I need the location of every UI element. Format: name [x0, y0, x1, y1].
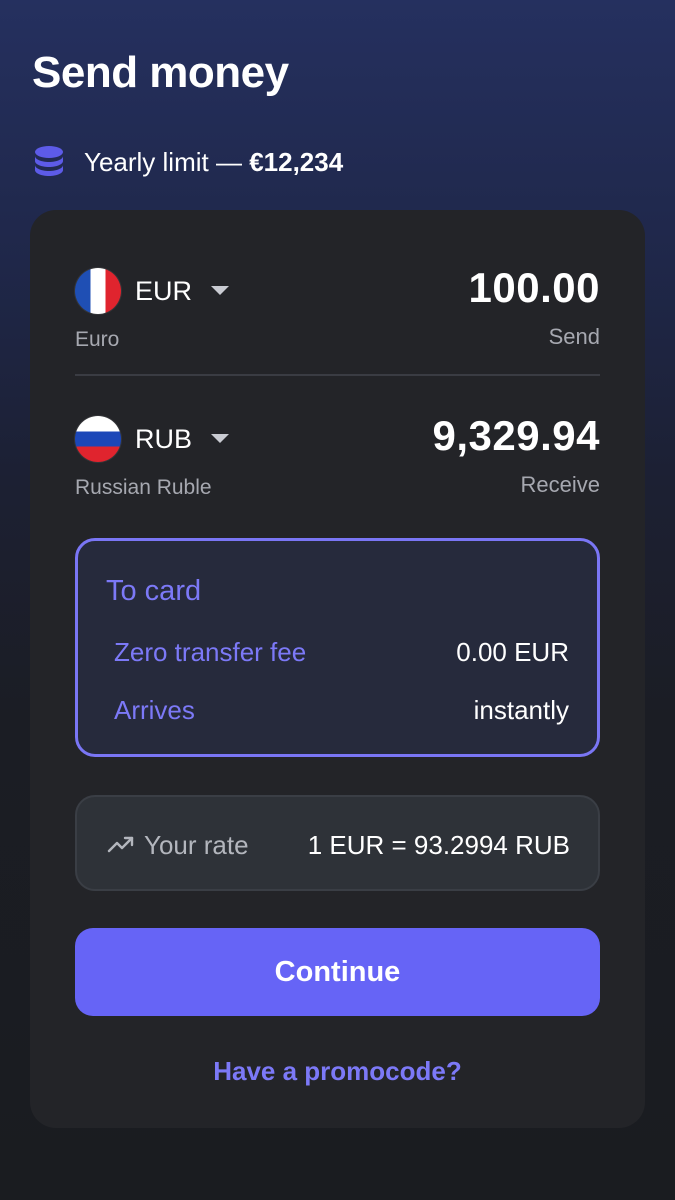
send-currency-row: EUR Euro 100.00 Send	[75, 260, 600, 360]
continue-button[interactable]: Continue	[75, 928, 600, 1016]
send-amount-input[interactable]: 100.00	[469, 264, 600, 312]
divider	[75, 374, 600, 376]
france-flag-icon[interactable]	[75, 268, 121, 314]
receive-currency-row: RUB Russian Ruble 9,329.94 Receive	[75, 408, 600, 508]
send-currency-code[interactable]: EUR	[135, 276, 192, 307]
transfer-card: EUR Euro 100.00 Send RUB Russian Ruble 9…	[30, 210, 645, 1128]
chevron-down-icon[interactable]	[211, 434, 229, 443]
rate-value: 1 EUR = 93.2994 RUB	[307, 830, 570, 860]
coins-stack-icon	[35, 146, 63, 176]
trending-up-icon	[107, 836, 134, 853]
arrival-row: Arrives instantly	[114, 695, 569, 726]
arrival-label: Arrives	[114, 695, 195, 725]
fee-row: Zero transfer fee 0.00 EUR	[114, 637, 569, 668]
russia-flag-icon[interactable]	[75, 416, 121, 462]
send-currency-name: Euro	[75, 328, 120, 351]
fee-value: 0.00 EUR	[456, 637, 569, 667]
fee-label: Zero transfer fee	[114, 637, 307, 667]
limit-label: Yearly limit —	[84, 146, 250, 177]
delivery-method-title: To card	[106, 575, 202, 607]
yearly-limit: Yearly limit — €12,234	[32, 142, 343, 182]
receive-currency-code[interactable]: RUB	[135, 424, 192, 455]
receive-amount-label: Receive	[520, 472, 600, 497]
receive-currency-name: Russian Ruble	[75, 476, 212, 499]
exchange-rate-box: Your rate 1 EUR = 93.2994 RUB	[75, 795, 600, 891]
rate-label: Your rate	[144, 830, 249, 860]
delivery-method-option[interactable]: To card Zero transfer fee 0.00 EUR Arriv…	[75, 538, 600, 757]
send-amount-label: Send	[548, 324, 600, 349]
arrival-value: instantly	[473, 695, 569, 725]
chevron-down-icon[interactable]	[211, 286, 229, 295]
limit-value: €12,234	[249, 146, 344, 177]
limit-text: Yearly limit — €12,234	[84, 147, 343, 178]
page-title: Send money	[32, 48, 289, 97]
receive-amount-input[interactable]: 9,329.94	[433, 412, 601, 460]
promocode-link[interactable]: Have a promocode?	[30, 1056, 645, 1087]
